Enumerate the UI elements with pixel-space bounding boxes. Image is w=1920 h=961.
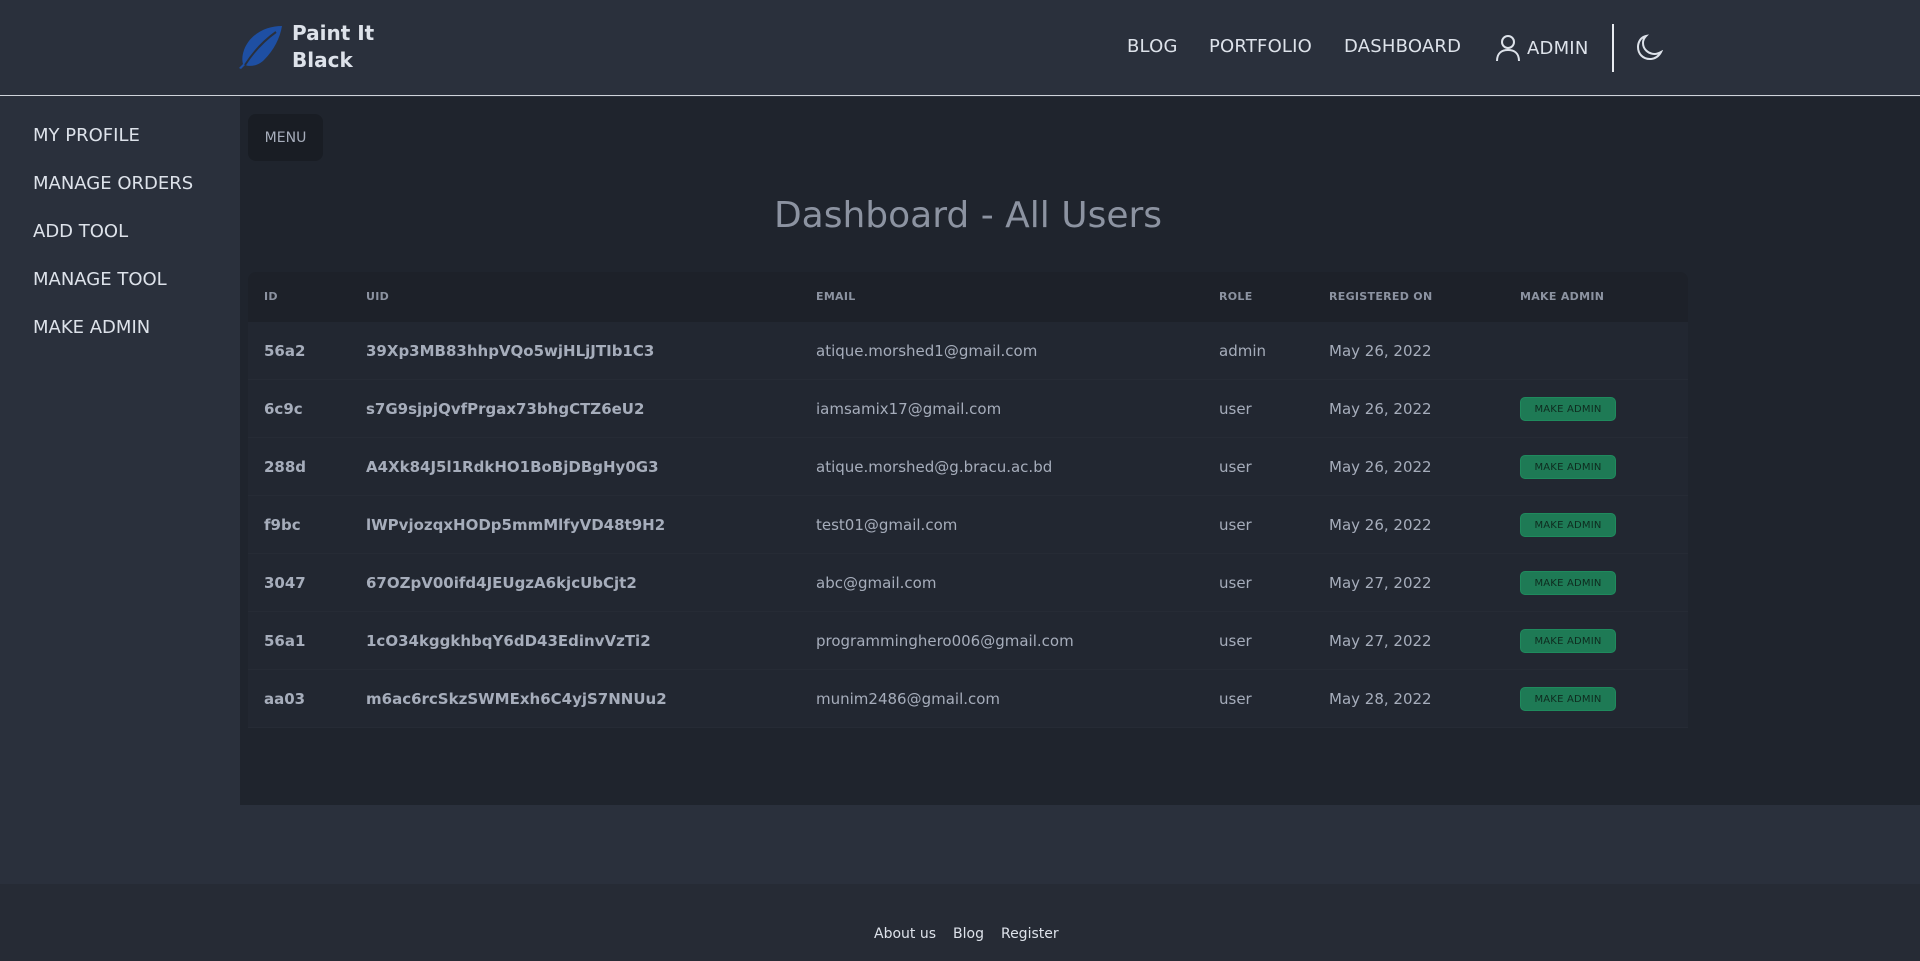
cell-email: iamsamix17@gmail.com (816, 400, 1002, 418)
cell-registered-on: May 26, 2022 (1329, 458, 1432, 476)
cell-email: programminghero006@gmail.com (816, 632, 1074, 650)
sidebar: MY PROFILE MANAGE ORDERS ADD TOOL MANAGE… (0, 97, 240, 884)
nav-divider (1612, 24, 1614, 72)
footer-links: About us Blog Register (874, 926, 1059, 942)
table-row: 3047 67OZpV00ifd4JEUgzA6kjcUbCjt2 abc@gmai… (248, 554, 1688, 612)
cell-registered-on: May 26, 2022 (1329, 342, 1432, 360)
sidebar-item-make-admin[interactable]: MAKE ADMIN (33, 317, 150, 338)
cell-role: admin (1219, 342, 1266, 360)
menu-button[interactable]: MENU (248, 114, 323, 161)
nav-admin-label: ADMIN (1527, 37, 1589, 59)
cell-email: test01@gmail.com (816, 516, 958, 534)
user-icon (1496, 35, 1520, 62)
sidebar-item-add-tool[interactable]: ADD TOOL (33, 221, 128, 242)
column-header-registered-on: REGISTERED ON (1329, 290, 1433, 303)
table-header: ID UID EMAIL ROLE REGISTERED ON MAKE ADM… (248, 272, 1688, 322)
cell-id: 56a2 (264, 342, 306, 360)
make-admin-button[interactable]: MAKE ADMIN (1520, 455, 1616, 479)
column-header-id: ID (264, 290, 278, 303)
column-header-uid: UID (366, 290, 390, 303)
cell-uid: 67OZpV00ifd4JEUgzA6kjcUbCjt2 (366, 574, 637, 592)
cell-registered-on: May 28, 2022 (1329, 690, 1432, 708)
make-admin-button[interactable]: MAKE ADMIN (1520, 513, 1616, 537)
table-row: f9bc lWPvjozqxHODp5mmMlfyVD48t9H2 test01@g… (248, 496, 1688, 554)
users-table: ID UID EMAIL ROLE REGISTERED ON MAKE ADM… (248, 272, 1688, 728)
cell-role: user (1219, 458, 1252, 476)
column-header-make-admin: MAKE ADMIN (1520, 290, 1605, 303)
footer-link-register[interactable]: Register (1001, 926, 1059, 942)
cell-email: munim2486@gmail.com (816, 690, 1001, 708)
cell-role: user (1219, 632, 1252, 650)
main-nav: BLOG PORTFOLIO DASHBOARD ADMIN (0, 0, 1920, 96)
nav-portfolio[interactable]: PORTFOLIO (1209, 36, 1312, 57)
table-body: 56a2 39Xp3MB83hhpVQo5wjHLjJTIb1C3 atique.m… (248, 322, 1688, 728)
moon-icon[interactable] (1637, 34, 1663, 60)
table-row: 56a2 39Xp3MB83hhpVQo5wjHLjJTIb1C3 atique.m… (248, 322, 1688, 380)
nav-dashboard[interactable]: DASHBOARD (1344, 36, 1461, 57)
top-navbar: Paint It Black BLOG PORTFOLIO DASHBOARD … (0, 0, 1920, 96)
table-row: aa03 m6ac6rcSkzSWMExh6C4yjS7NNUu2 munim248… (248, 670, 1688, 728)
table-row: 6c9c s7G9sjpjQvfPrgax73bhgCTZ6eU2 iamsamix… (248, 380, 1688, 438)
footer-link-about-us[interactable]: About us (874, 926, 936, 942)
make-admin-button[interactable]: MAKE ADMIN (1520, 687, 1616, 711)
nav-blog[interactable]: BLOG (1127, 36, 1178, 57)
cell-email: atique.morshed1@gmail.com (816, 342, 1038, 360)
main-content: MENU Dashboard - All Users ID UID EMAIL … (240, 97, 1920, 805)
cell-email: atique.morshed@g.bracu.ac.bd (816, 458, 1053, 476)
cell-registered-on: May 27, 2022 (1329, 574, 1432, 592)
cell-uid: s7G9sjpjQvfPrgax73bhgCTZ6eU2 (366, 400, 645, 418)
column-header-role: ROLE (1219, 290, 1253, 303)
cell-role: user (1219, 516, 1252, 534)
cell-uid: A4Xk84J5l1RdkHO1BoBjDBgHy0G3 (366, 458, 659, 476)
cell-id: 56a1 (264, 632, 306, 650)
table-row: 288d A4Xk84J5l1RdkHO1BoBjDBgHy0G3 atique.m… (248, 438, 1688, 496)
cell-uid: 1cO34kggkhbqY6dD43EdinvVzTi2 (366, 632, 651, 650)
cell-id: 6c9c (264, 400, 303, 418)
table-row: 56a1 1cO34kggkhbqY6dD43EdinvVzTi2 programm… (248, 612, 1688, 670)
nav-admin[interactable]: ADMIN (1495, 34, 1588, 62)
cell-id: 288d (264, 458, 307, 476)
page-title: Dashboard - All Users (773, 195, 1163, 236)
cell-role: user (1219, 690, 1252, 708)
cell-uid: m6ac6rcSkzSWMExh6C4yjS7NNUu2 (366, 690, 667, 708)
make-admin-button[interactable]: MAKE ADMIN (1520, 629, 1616, 653)
cell-role: user (1219, 400, 1252, 418)
cell-id: 3047 (264, 574, 306, 592)
cell-registered-on: May 26, 2022 (1329, 400, 1432, 418)
make-admin-button[interactable]: MAKE ADMIN (1520, 571, 1616, 595)
cell-registered-on: May 27, 2022 (1329, 632, 1432, 650)
cell-id: f9bc (264, 516, 301, 534)
sidebar-item-manage-orders[interactable]: MANAGE ORDERS (33, 173, 193, 194)
cell-uid: lWPvjozqxHODp5mmMlfyVD48t9H2 (366, 516, 666, 534)
column-header-email: EMAIL (816, 290, 856, 303)
footer: About us Blog Register (0, 884, 1920, 961)
cell-registered-on: May 26, 2022 (1329, 516, 1432, 534)
cell-id: aa03 (264, 690, 306, 708)
sidebar-item-my-profile[interactable]: MY PROFILE (33, 125, 140, 146)
sidebar-item-manage-tool[interactable]: MANAGE TOOL (33, 269, 167, 290)
footer-link-blog[interactable]: Blog (953, 926, 984, 942)
cell-uid: 39Xp3MB83hhpVQo5wjHLjJTIb1C3 (366, 342, 655, 360)
make-admin-button[interactable]: MAKE ADMIN (1520, 397, 1616, 421)
cell-email: abc@gmail.com (816, 574, 937, 592)
cell-role: user (1219, 574, 1252, 592)
